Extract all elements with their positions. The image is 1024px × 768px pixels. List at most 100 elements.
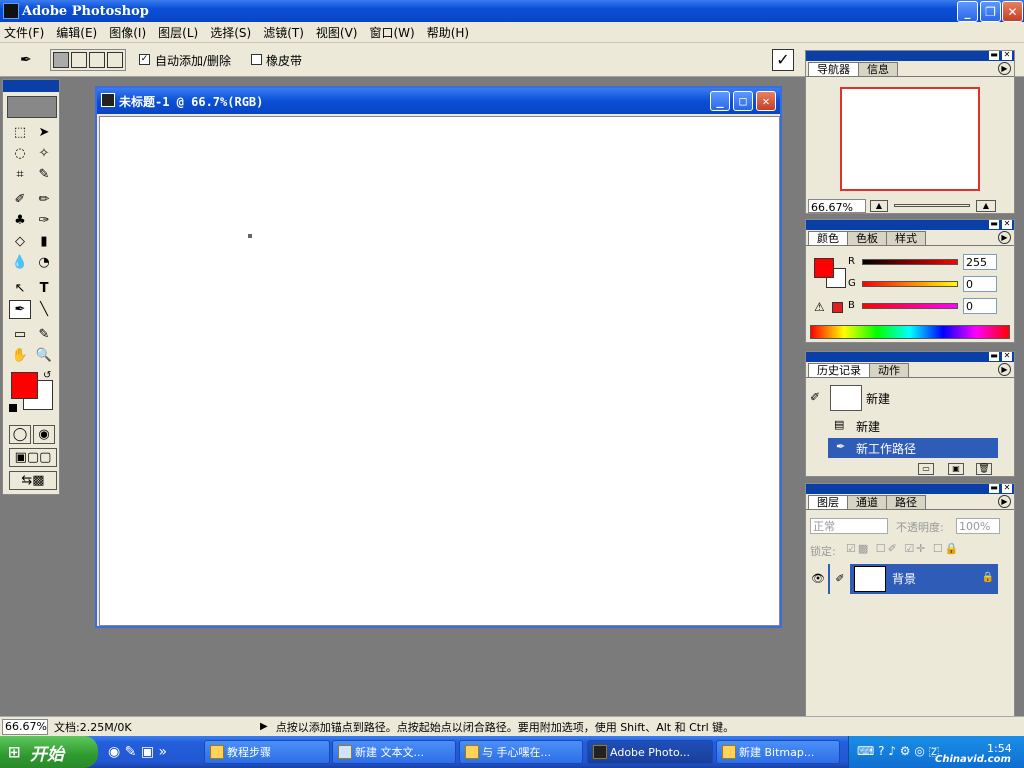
history-brush-source-icon[interactable]: ✐ [810, 390, 820, 404]
blend-mode-select[interactable]: 正常 [810, 518, 888, 534]
clone-stamp-tool-icon[interactable]: ♣ [9, 211, 31, 230]
tab-color[interactable]: 颜色 [808, 231, 848, 245]
tab-actions[interactable]: 动作 [869, 363, 909, 377]
new-document-from-state-icon[interactable]: ▣ [948, 463, 964, 475]
magic-wand-tool-icon[interactable]: ✧ [33, 144, 55, 163]
status-zoom-field[interactable]: 66.67% [2, 718, 48, 735]
jump-to-imageready-icon[interactable]: ⇆▩ [9, 471, 57, 490]
panel-close-icon[interactable]: ✕ [1002, 484, 1012, 493]
notes-tool-icon[interactable]: ▭ [9, 325, 31, 344]
pen-tool-preset-icon[interactable]: ✒ [20, 52, 32, 68]
gamut-color-swatch[interactable] [832, 302, 843, 313]
rubber-band-checkbox[interactable] [251, 54, 262, 65]
standard-mode-icon[interactable]: ◯ [9, 425, 31, 444]
delete-state-icon[interactable]: 🗑 [976, 463, 992, 475]
swap-colors-icon[interactable]: ↺ [43, 370, 51, 381]
menu-edit[interactable]: 编辑(E) [56, 24, 97, 41]
layer-visibility-eye-icon[interactable]: 👁 [808, 564, 828, 594]
b-value-field[interactable]: 0 [963, 298, 997, 314]
menu-image[interactable]: 图像(I) [109, 24, 146, 41]
panel-close-icon[interactable]: ✕ [1002, 51, 1012, 60]
move-tool-icon[interactable]: ➤ [33, 123, 55, 142]
gamut-warning-icon[interactable]: ⚠ [814, 300, 825, 314]
menu-window[interactable]: 窗口(W) [369, 24, 414, 41]
document-maximize-button[interactable]: □ [733, 91, 753, 111]
panel-menu-arrow-icon[interactable]: ▶ [998, 231, 1011, 244]
adobe-online-icon[interactable] [7, 96, 57, 118]
panel-menu-arrow-icon[interactable]: ▶ [998, 495, 1011, 508]
task-button-photoshop[interactable]: Adobe Photo... [587, 740, 713, 764]
history-snapshot-thumb[interactable] [830, 385, 862, 411]
panel-menu-arrow-icon[interactable]: ▶ [998, 62, 1011, 75]
path-selection-tool-icon[interactable]: ↖ [9, 279, 31, 298]
eraser-tool-icon[interactable]: ◇ [9, 232, 31, 251]
panel-close-icon[interactable]: ✕ [1002, 220, 1012, 229]
start-button[interactable]: ⊞ 开始 [0, 736, 98, 768]
zoom-out-icon[interactable]: ▲ [870, 200, 888, 212]
tab-channels[interactable]: 通道 [847, 495, 887, 509]
healing-brush-tool-icon[interactable]: ✐ [9, 190, 31, 209]
new-snapshot-icon[interactable]: ▭ [918, 463, 934, 475]
layer-brush-icon[interactable]: ✐ [830, 564, 850, 594]
tray-icons[interactable]: ⌨ ? ♪ ⚙ ◎ 🇿 [857, 744, 939, 759]
menu-help[interactable]: 帮助(H) [427, 24, 469, 41]
default-colors-icon[interactable] [9, 404, 17, 412]
close-button[interactable]: ✕ [1002, 1, 1023, 22]
crop-tool-icon[interactable]: ⌗ [9, 165, 31, 184]
exclude-path-icon[interactable] [107, 52, 123, 68]
document-close-button[interactable]: ✕ [756, 91, 776, 111]
line-tool-icon[interactable]: ╲ [33, 300, 55, 319]
intersect-path-icon[interactable] [89, 52, 105, 68]
add-to-path-icon[interactable] [53, 52, 69, 68]
zoom-in-icon[interactable]: ▲ [976, 200, 996, 212]
panel-minimize-icon[interactable]: ▬ [989, 484, 999, 493]
subtract-path-icon[interactable] [71, 52, 87, 68]
panel-minimize-icon[interactable]: ▬ [989, 352, 999, 361]
panel-menu-arrow-icon[interactable]: ▶ [998, 363, 1011, 376]
navigator-zoom-field[interactable]: 66.67% [808, 199, 866, 214]
opacity-field[interactable]: 100% [956, 518, 1000, 534]
color-spectrum-bar[interactable] [810, 325, 1010, 339]
eyedropper-tool-icon[interactable]: ✎ [33, 325, 55, 344]
color-foreground-swatch[interactable] [814, 258, 834, 278]
navigator-preview[interactable] [840, 87, 980, 191]
quick-mask-mode-icon[interactable]: ◉ [33, 425, 55, 444]
pen-tool-icon[interactable]: ✒ [9, 300, 31, 319]
panel-close-icon[interactable]: ✕ [1002, 352, 1012, 361]
commit-check-icon[interactable]: ✓ [772, 49, 794, 71]
hand-tool-icon[interactable]: ✋ [9, 346, 31, 365]
auto-add-delete-checkbox[interactable]: ✓ [139, 54, 150, 65]
history-item-selected[interactable]: 新工作路径 [828, 438, 998, 458]
lasso-tool-icon[interactable]: ◌ [9, 144, 31, 163]
task-button-tutorial[interactable]: 教程步骤 [204, 740, 330, 764]
gradient-tool-icon[interactable]: ▮ [33, 232, 55, 251]
menu-select[interactable]: 选择(S) [210, 24, 251, 41]
menu-view[interactable]: 视图(V) [316, 24, 358, 41]
tab-styles[interactable]: 样式 [886, 231, 926, 245]
status-arrow-icon[interactable]: ▶ [260, 721, 268, 732]
navigator-zoom-slider[interactable] [894, 204, 970, 207]
foreground-color-swatch[interactable] [11, 372, 38, 399]
g-value-field[interactable]: 0 [963, 276, 997, 292]
brush-tool-icon[interactable]: ✏ [33, 190, 55, 209]
marquee-tool-icon[interactable]: ⬚ [9, 123, 31, 142]
b-channel-slider[interactable] [862, 303, 958, 309]
screen-mode-icons[interactable]: ▣▢▢ [9, 448, 57, 467]
dodge-tool-icon[interactable]: ◔ [33, 253, 55, 272]
r-value-field[interactable]: 255 [963, 254, 997, 270]
document-minimize-button[interactable]: _ [710, 91, 730, 111]
tab-swatches[interactable]: 色板 [847, 231, 887, 245]
restore-button[interactable]: ❐ [980, 1, 1001, 22]
menu-filter[interactable]: 滤镜(T) [263, 24, 304, 41]
path-anchor-point[interactable] [248, 234, 252, 238]
slice-tool-icon[interactable]: ✎ [33, 165, 55, 184]
history-brush-tool-icon[interactable]: ✑ [33, 211, 55, 230]
panel-minimize-icon[interactable]: ▬ [989, 220, 999, 229]
g-channel-slider[interactable] [862, 281, 958, 287]
menu-layer[interactable]: 图层(L) [158, 24, 198, 41]
type-tool-icon[interactable]: T [33, 279, 55, 298]
menu-file[interactable]: 文件(F) [4, 24, 44, 41]
r-channel-slider[interactable] [862, 259, 958, 265]
zoom-tool-icon[interactable]: 🔍 [33, 346, 55, 365]
lock-options-icons[interactable]: ☑▩ ☐✐ ☑✛ ☐🔒 [846, 542, 960, 555]
